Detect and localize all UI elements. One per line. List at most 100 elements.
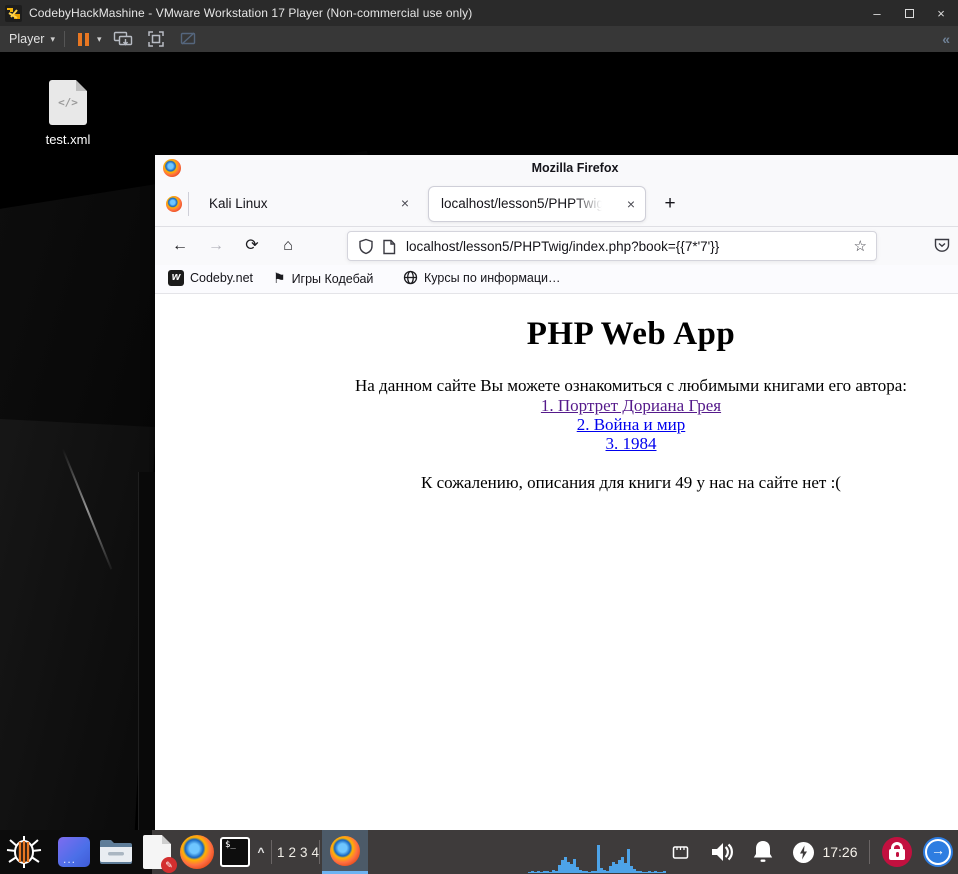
firefox-window-title: Mozilla Firefox (531, 161, 619, 175)
screen: CodebyHackMashine - VMware Workstation 1… (0, 0, 958, 874)
vmware-titlebar: CodebyHackMashine - VMware Workstation 1… (0, 0, 958, 26)
code-glyph-icon: </> (58, 96, 78, 109)
book-link-2[interactable]: 2. Война и мир (155, 415, 958, 434)
firefox-window-taskbar-button[interactable] (322, 830, 368, 874)
bookmark-label: Игры Кодебай (291, 271, 374, 286)
desktop-file-label: test.xml (45, 132, 91, 147)
back-button[interactable]: ← (165, 235, 195, 257)
tab-label: Kali Linux (209, 196, 268, 211)
tab-label-fade (573, 196, 607, 214)
toolbar-divider (63, 31, 65, 47)
reload-button[interactable]: ⟳ (237, 235, 267, 257)
firefox-window: Mozilla Firefox Kali Linux × localhost/l… (155, 155, 958, 834)
bookmark-codeby[interactable]: w Codeby.net (168, 270, 253, 286)
book-link-3[interactable]: 3. 1984 (155, 434, 958, 453)
desktop-wallpaper (0, 417, 156, 830)
show-desktop-button[interactable]: ... (54, 830, 94, 874)
firefox-launcher-button[interactable] (178, 830, 216, 874)
document-icon: ✎ (143, 835, 177, 873)
text-editor-button[interactable]: ✎ (138, 830, 177, 874)
firefox-tab-favicon[interactable] (166, 196, 182, 212)
panel-expand-button[interactable]: ^ (252, 830, 270, 874)
book-link-1[interactable]: 1. Портрет Дориана Грея (155, 396, 958, 415)
bookmark-label: Codeby.net (190, 271, 254, 285)
page-title: PHP Web App (526, 316, 736, 352)
bookmark-label: Курсы по информаци… (424, 270, 561, 285)
terminal-launcher-button[interactable]: $_ (216, 830, 254, 874)
close-button[interactable]: × (930, 2, 952, 24)
codeby-favicon: w (168, 270, 184, 286)
cpu-graph[interactable] (528, 839, 668, 873)
workspace-4[interactable]: 4 (312, 845, 320, 860)
pencil-badge-icon: ✎ (161, 857, 177, 873)
firefox-navbar: ← → ⟳ ⌂ localhost/lesson5/PHPTwig/index.… (155, 227, 958, 265)
desktop-pager-icon: ... (58, 837, 90, 867)
notifications-tray-icon[interactable] (748, 830, 778, 874)
tab-localhost-active[interactable]: localhost/lesson5/PHPTwig/i × (428, 186, 646, 222)
player-menu[interactable]: Player ▾ (9, 32, 55, 46)
page-intro-text: На данном сайте Вы можете ознакомиться с… (354, 376, 908, 395)
minimize-button[interactable]: – (866, 2, 888, 24)
tracking-shield-icon[interactable] (358, 238, 374, 255)
close-tab-icon[interactable]: × (627, 196, 635, 212)
globe-icon (403, 270, 418, 285)
unity-mode-button-disabled (179, 30, 197, 48)
suspend-vm-button[interactable] (77, 32, 89, 46)
firefox-titlebar[interactable]: Mozilla Firefox (155, 155, 958, 181)
taskbar: ... ✎ $_ ^ 1 2 3 4 17:26 → (0, 830, 958, 874)
workspace-3[interactable]: 3 (300, 845, 308, 860)
forward-button: → (208, 237, 224, 254)
collapse-toolbar-icon[interactable]: « (942, 31, 950, 47)
send-ctrl-alt-del-button[interactable] (113, 30, 133, 48)
firefox-logo-icon (330, 835, 360, 866)
panel-divider (869, 840, 870, 864)
workspace-switcher[interactable]: 1 2 3 4 (276, 830, 320, 874)
cpu-bar (663, 871, 666, 873)
desktop-file-testxml[interactable]: </> test.xml (28, 80, 108, 147)
ellipsis-icon: ... (63, 852, 77, 866)
session-action-tray-icon[interactable]: → (920, 830, 956, 874)
tab-kali-linux[interactable]: Kali Linux × (189, 181, 421, 227)
url-bar[interactable]: localhost/lesson5/PHPTwig/index.php?book… (347, 231, 877, 261)
suspend-dropdown-icon[interactable]: ▾ (97, 34, 102, 45)
bookmark-games[interactable]: ⚑ Игры Кодебай (273, 270, 373, 287)
flag-icon: ⚑ (273, 270, 286, 286)
chevron-down-icon: ▾ (50, 33, 55, 44)
screen-lock-tray-icon[interactable] (880, 830, 914, 874)
page-message-text: К сожалению, описания для книги 49 у нас… (421, 473, 841, 492)
workspace-1[interactable]: 1 (277, 845, 285, 860)
clock[interactable]: 17:26 (816, 830, 864, 874)
new-tab-button[interactable]: + (658, 192, 682, 216)
kali-menu-button[interactable] (2, 830, 46, 874)
panel-divider (271, 840, 272, 864)
workspace-2[interactable]: 2 (288, 845, 296, 860)
lightning-icon (792, 841, 814, 863)
xml-file-icon: </> (49, 80, 87, 125)
close-tab-icon[interactable]: × (401, 195, 409, 211)
bookmark-courses[interactable]: Курсы по информаци… (403, 270, 561, 285)
url-text[interactable]: localhost/lesson5/PHPTwig/index.php?book… (406, 239, 719, 254)
vmware-player-logo-icon (5, 4, 22, 22)
vmware-window-title: CodebyHackMashine - VMware Workstation 1… (29, 6, 473, 20)
firefox-logo-icon (180, 835, 214, 869)
bookmark-star-icon[interactable]: ☆ (854, 237, 867, 255)
maximize-button[interactable] (898, 2, 920, 24)
power-manager-tray-icon[interactable] (790, 830, 816, 874)
file-manager-button[interactable] (97, 830, 135, 874)
lock-icon (882, 837, 912, 867)
firefox-tabbar: Kali Linux × localhost/lesson5/PHPTwig/i… (155, 181, 958, 227)
fullscreen-button[interactable] (147, 30, 165, 48)
home-button[interactable]: ⌂ (273, 235, 303, 257)
pocket-icon[interactable] (933, 236, 951, 254)
network-tray-icon[interactable] (668, 830, 692, 874)
panel-divider (319, 840, 320, 864)
arrow-right-circle-icon: → (923, 837, 953, 867)
page-content: PHP Web App На данном сайте Вы можете оз… (155, 294, 958, 829)
firefox-logo-icon (163, 159, 181, 177)
vmware-toolbar: Player ▾ ▾ « (0, 26, 958, 52)
maximize-icon (904, 8, 914, 18)
volume-tray-icon[interactable] (706, 830, 738, 874)
page-info-icon[interactable] (382, 239, 396, 255)
bookmarks-toolbar: w Codeby.net ⚑ Игры Кодебай Курсы по инф… (155, 265, 958, 294)
player-menu-label: Player (9, 32, 45, 46)
